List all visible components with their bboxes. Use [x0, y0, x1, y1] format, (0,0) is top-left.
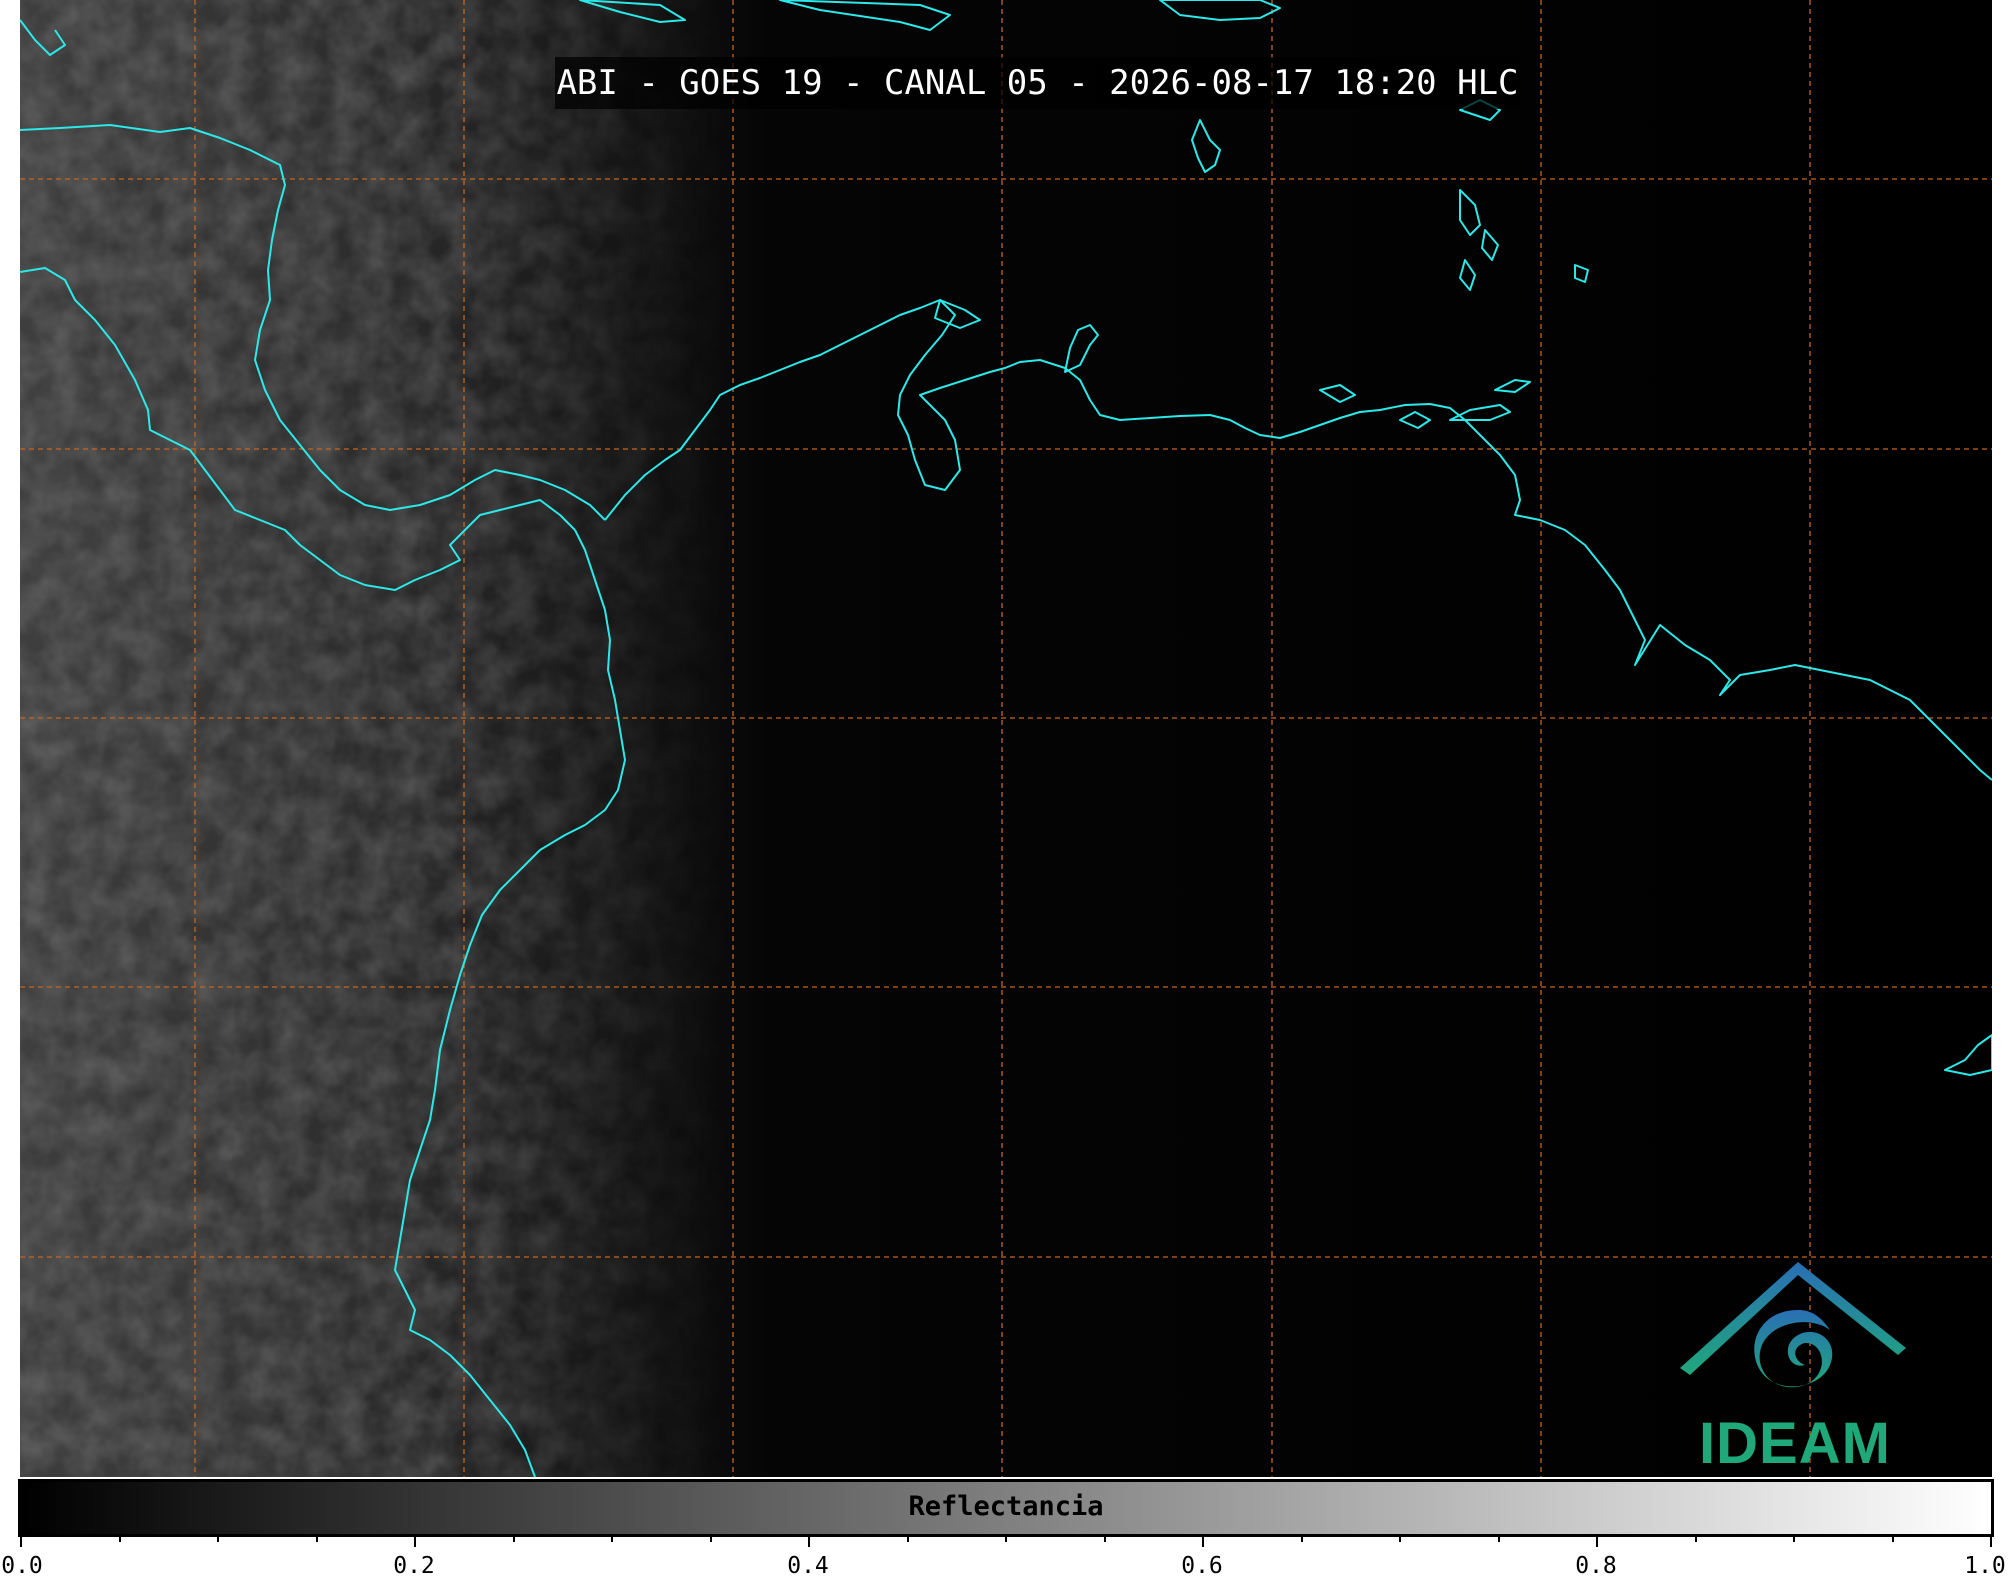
- colorbar-minor-tick: [316, 1535, 318, 1542]
- colorbar-tick-label: 0.8: [1575, 1553, 1617, 1579]
- colorbar-label: Reflectancia: [908, 1491, 1104, 1522]
- satellite-image-panel: ABI - GOES 19 - CANAL 05 - 2026-08-17 18…: [20, 0, 1992, 1477]
- ideam-emblem-icon: [1680, 1262, 1906, 1388]
- colorbar-minor-tick: [1301, 1535, 1303, 1542]
- colorbar-major-tick: [808, 1535, 810, 1547]
- colorbar-major-tick: [1990, 1535, 1992, 1547]
- colorbar-minor-tick: [1104, 1535, 1106, 1542]
- colorbar-axis: 0.0 0.2 0.4 0.6 0.8 1.0: [0, 1535, 2011, 1579]
- colorbar-minor-tick: [1399, 1535, 1401, 1542]
- map-title: ABI - GOES 19 - CANAL 05 - 2026-08-17 18…: [555, 57, 1520, 109]
- colorbar-minor-tick: [907, 1535, 909, 1542]
- colorbar-major-tick: [1202, 1535, 1204, 1547]
- colorbar-major-tick: [1596, 1535, 1598, 1547]
- colorbar-minor-tick: [1892, 1535, 1894, 1542]
- colorbar-minor-tick: [513, 1535, 515, 1542]
- colorbar-minor-tick: [1005, 1535, 1007, 1542]
- colorbar-major-tick: [20, 1535, 22, 1547]
- colorbar-tick-label: 1.0: [1964, 1553, 2006, 1579]
- ideam-logo: IDEAM: [1680, 1250, 1910, 1476]
- colorbar-minor-tick: [1498, 1535, 1500, 1542]
- colorbar-tick-label: 0.4: [787, 1553, 829, 1579]
- colorbar-minor-tick: [1695, 1535, 1697, 1542]
- colorbar-minor-tick: [611, 1535, 613, 1542]
- colorbar-tick-label: 0.0: [1, 1553, 43, 1579]
- colorbar-minor-tick: [710, 1535, 712, 1542]
- colorbar-tick-label: 0.6: [1181, 1553, 1223, 1579]
- colorbar-major-tick: [414, 1535, 416, 1547]
- ideam-logo-text: IDEAM: [1699, 1411, 1891, 1476]
- colorbar-minor-tick: [217, 1535, 219, 1542]
- colorbar-minor-tick: [119, 1535, 121, 1542]
- colorbar-minor-tick: [1793, 1535, 1795, 1542]
- colorbar-tick-label: 0.2: [393, 1553, 435, 1579]
- colorbar: Reflectancia: [18, 1477, 1994, 1537]
